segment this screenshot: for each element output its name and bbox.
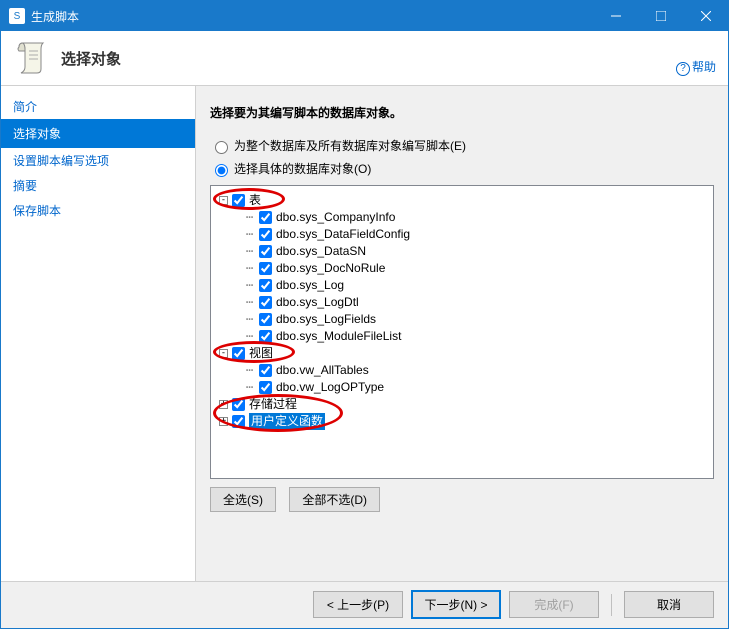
object-tree[interactable]: -表 ⋯dbo.sys_CompanyInfo ⋯dbo.sys_DataFie… xyxy=(210,185,714,479)
tree-node-item[interactable]: ⋯dbo.vw_LogOPType xyxy=(215,379,709,396)
collapse-icon[interactable]: - xyxy=(219,196,228,205)
tree-node-procs[interactable]: +存储过程 xyxy=(215,396,709,413)
tree-node-item[interactable]: ⋯dbo.sys_CompanyInfo xyxy=(215,209,709,226)
titlebar-title: 生成脚本 xyxy=(31,8,593,25)
checkbox[interactable] xyxy=(259,245,272,258)
titlebar: S 生成脚本 xyxy=(1,1,728,31)
content-heading: 选择要为其编写脚本的数据库对象。 xyxy=(210,104,714,121)
tree-node-tables[interactable]: -表 xyxy=(215,192,709,209)
nav-save[interactable]: 保存脚本 xyxy=(1,198,195,223)
cancel-button[interactable]: 取消 xyxy=(624,591,714,618)
collapse-icon[interactable]: - xyxy=(219,349,228,358)
tree-node-item[interactable]: ⋯dbo.sys_Log xyxy=(215,277,709,294)
radio-entire-db-input[interactable] xyxy=(215,141,228,154)
tree-node-views[interactable]: -视图 xyxy=(215,345,709,362)
footer: < 上一步(P) 下一步(N) > 完成(F) 取消 xyxy=(1,581,728,627)
dialog-window: S 生成脚本 选择对象 简介 选择对象 设置脚本编写选项 摘要 保存脚本 ?帮助… xyxy=(0,0,729,629)
tree-node-item[interactable]: ⋯dbo.sys_DataFieldConfig xyxy=(215,226,709,243)
tree-node-item[interactable]: ⋯dbo.sys_DocNoRule xyxy=(215,260,709,277)
divider xyxy=(611,594,612,616)
checkbox[interactable] xyxy=(259,364,272,377)
checkbox[interactable] xyxy=(232,398,245,411)
next-button[interactable]: 下一步(N) > xyxy=(411,590,501,619)
checkbox[interactable] xyxy=(232,347,245,360)
checkbox[interactable] xyxy=(259,313,272,326)
checkbox[interactable] xyxy=(259,228,272,241)
expand-icon[interactable]: + xyxy=(219,417,228,426)
prev-button[interactable]: < 上一步(P) xyxy=(313,591,403,618)
tree-node-item[interactable]: ⋯dbo.vw_AllTables xyxy=(215,362,709,379)
checkbox[interactable] xyxy=(259,262,272,275)
close-button[interactable] xyxy=(683,1,728,31)
minimize-button[interactable] xyxy=(593,1,638,31)
tree-node-item[interactable]: ⋯dbo.sys_LogFields xyxy=(215,311,709,328)
checkbox[interactable] xyxy=(259,211,272,224)
nav-script-options[interactable]: 设置脚本编写选项 xyxy=(1,148,195,173)
radio-entire-db[interactable]: 为整个数据库及所有数据库对象编写脚本(E) xyxy=(210,137,714,154)
tree-node-item[interactable]: ⋯dbo.sys_DataSN xyxy=(215,243,709,260)
help-icon: ? xyxy=(676,62,690,76)
checkbox[interactable] xyxy=(259,330,272,343)
maximize-button[interactable] xyxy=(638,1,683,31)
nav-select-objects[interactable]: 选择对象 xyxy=(1,119,195,148)
nav-intro[interactable]: 简介 xyxy=(1,94,195,119)
nav-sidebar: 简介 选择对象 设置脚本编写选项 摘要 保存脚本 xyxy=(1,86,196,581)
radio-specific-input[interactable] xyxy=(215,164,228,177)
page-title: 选择对象 xyxy=(61,48,121,69)
tree-node-funcs[interactable]: +用户定义函数 xyxy=(215,413,709,430)
checkbox[interactable] xyxy=(232,415,245,428)
finish-button: 完成(F) xyxy=(509,591,599,618)
deselect-all-button[interactable]: 全部不选(D) xyxy=(289,487,380,512)
nav-summary[interactable]: 摘要 xyxy=(1,173,195,198)
script-icon xyxy=(13,39,51,77)
tree-node-item[interactable]: ⋯dbo.sys_ModuleFileList xyxy=(215,328,709,345)
checkbox[interactable] xyxy=(259,381,272,394)
checkbox[interactable] xyxy=(259,296,272,309)
page-header: 选择对象 xyxy=(1,31,728,86)
select-all-button[interactable]: 全选(S) xyxy=(210,487,276,512)
expand-icon[interactable]: + xyxy=(219,400,228,409)
app-icon: S xyxy=(9,8,25,24)
help-link[interactable]: ?帮助 xyxy=(676,58,716,76)
checkbox[interactable] xyxy=(259,279,272,292)
tree-node-item[interactable]: ⋯dbo.sys_LogDtl xyxy=(215,294,709,311)
radio-specific[interactable]: 选择具体的数据库对象(O) xyxy=(210,160,714,177)
checkbox[interactable] xyxy=(232,194,245,207)
content-pane: ?帮助 选择要为其编写脚本的数据库对象。 为整个数据库及所有数据库对象编写脚本(… xyxy=(196,86,728,581)
